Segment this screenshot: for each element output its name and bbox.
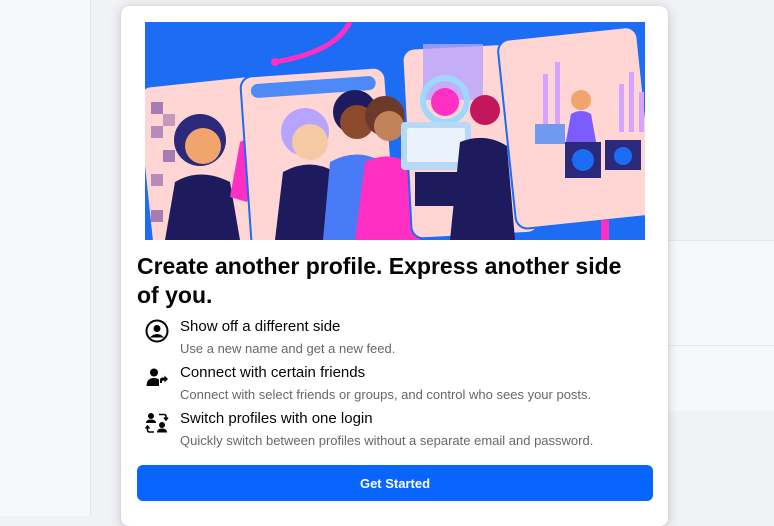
dialog-title: Create another profile. Express another … (137, 253, 622, 308)
feature-description: Connect with select friends or groups, a… (180, 387, 592, 402)
feature-item-certain-friends: Connect with certain friends Connect wit… (137, 362, 652, 408)
switch-profiles-icon (144, 411, 169, 435)
profile-circle-icon (145, 319, 169, 343)
person-share-icon (145, 365, 169, 389)
feature-description: Quickly switch between profiles without … (180, 433, 594, 448)
feature-item-different-side: Show off a different side Use a new name… (137, 316, 652, 362)
create-profile-dialog: Create another profile. Express another … (121, 6, 668, 526)
feature-title: Connect with certain friends (180, 364, 366, 381)
feature-title: Show off a different side (180, 318, 341, 335)
hero-illustration (145, 22, 645, 240)
background-divider (668, 345, 774, 346)
feature-item-one-login: Switch profiles with one login Quickly s… (137, 408, 652, 454)
background-right-panel (668, 240, 774, 411)
background-left-column (0, 0, 91, 516)
feature-description: Use a new name and get a new feed. (180, 341, 396, 356)
feature-list: Show off a different side Use a new name… (137, 316, 652, 454)
get-started-button[interactable]: Get Started (137, 465, 653, 501)
feature-title: Switch profiles with one login (180, 410, 373, 427)
